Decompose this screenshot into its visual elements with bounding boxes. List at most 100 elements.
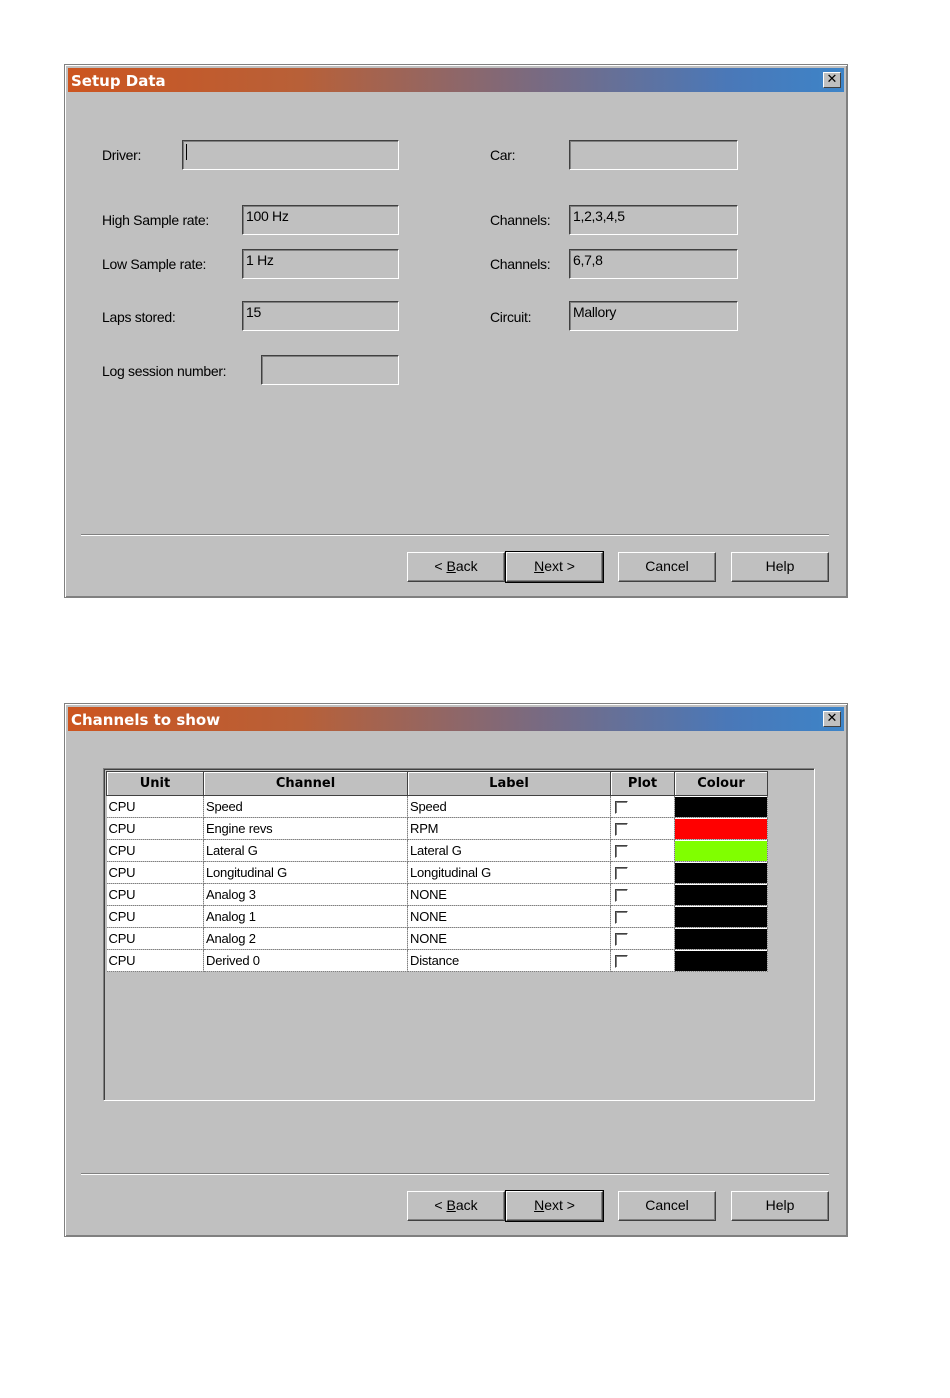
cell-unit[interactable]: CPU: [106, 795, 204, 818]
cell-unit[interactable]: CPU: [106, 817, 204, 840]
cell-colour[interactable]: [674, 883, 768, 906]
plot-checkbox[interactable]: [615, 801, 628, 815]
laps-stored-label: Laps stored:: [102, 309, 176, 325]
cell-channel[interactable]: Analog 2: [203, 927, 408, 950]
dialog-title: Channels to show: [71, 711, 221, 729]
cell-channel[interactable]: Lateral G: [203, 839, 408, 862]
colour-swatch: [675, 884, 767, 905]
cell-colour[interactable]: [674, 927, 768, 950]
channels-grid[interactable]: Unit Channel Label Plot Colour CPU Speed S…: [103, 768, 815, 1101]
back-button[interactable]: < Back: [407, 1191, 505, 1221]
cell-colour[interactable]: [674, 949, 768, 972]
cell-plot: [610, 927, 675, 950]
cell-label[interactable]: Lateral G: [407, 839, 611, 862]
laps-stored-field[interactable]: 15: [242, 301, 399, 331]
high-channels-field[interactable]: 1,2,3,4,5: [569, 205, 738, 235]
cell-channel[interactable]: Analog 1: [203, 905, 408, 928]
table-row[interactable]: CPU Lateral G Lateral G: [106, 839, 768, 862]
low-channels-field[interactable]: 6,7,8: [569, 249, 738, 279]
table-row[interactable]: CPU Longitudinal G Longitudinal G: [106, 861, 768, 884]
column-header-unit[interactable]: Unit: [106, 771, 204, 796]
low-channels-label: Channels:: [490, 256, 551, 272]
colour-swatch: [675, 796, 767, 817]
table-row[interactable]: CPU Speed Speed: [106, 795, 768, 818]
cell-plot: [610, 905, 675, 928]
cell-channel[interactable]: Longitudinal G: [203, 861, 408, 884]
column-header-colour[interactable]: Colour: [674, 771, 768, 796]
cell-unit[interactable]: CPU: [106, 949, 204, 972]
column-header-label[interactable]: Label: [407, 771, 611, 796]
cell-channel[interactable]: Speed: [203, 795, 408, 818]
log-session-number-field[interactable]: [261, 355, 399, 385]
high-channels-label: Channels:: [490, 212, 551, 228]
plot-checkbox[interactable]: [615, 911, 628, 925]
driver-field[interactable]: [182, 140, 399, 170]
column-header-plot[interactable]: Plot: [610, 771, 675, 796]
cell-label[interactable]: NONE: [407, 883, 611, 906]
next-button[interactable]: Next >: [505, 1190, 604, 1222]
plot-checkbox[interactable]: [615, 933, 628, 947]
close-icon: ✕: [826, 711, 838, 726]
cell-colour[interactable]: [674, 795, 768, 818]
close-button[interactable]: ✕: [823, 711, 841, 727]
log-session-number-label: Log session number:: [102, 363, 227, 379]
table-row[interactable]: CPU Analog 1 NONE: [106, 905, 768, 928]
table-row[interactable]: CPU Derived 0 Distance: [106, 949, 768, 972]
plot-checkbox[interactable]: [615, 889, 628, 903]
channels-to-show-dialog: Channels to show ✕ Unit Channel Label Pl…: [64, 703, 848, 1237]
cell-label[interactable]: Distance: [407, 949, 611, 972]
cell-colour[interactable]: [674, 817, 768, 840]
cell-label[interactable]: NONE: [407, 927, 611, 950]
text-caret: [186, 144, 187, 161]
table-body: CPU Speed Speed CPU Engine revs RPM CPU Lateral…: [106, 795, 768, 972]
cell-colour[interactable]: [674, 861, 768, 884]
high-sample-rate-field[interactable]: 100 Hz: [242, 205, 399, 235]
plot-checkbox[interactable]: [615, 955, 628, 969]
table-header-row: Unit Channel Label Plot Colour: [106, 771, 768, 796]
cell-unit[interactable]: CPU: [106, 927, 204, 950]
cell-unit[interactable]: CPU: [106, 905, 204, 928]
colour-swatch: [675, 840, 767, 861]
table-row[interactable]: CPU Engine revs RPM: [106, 817, 768, 840]
cell-colour[interactable]: [674, 905, 768, 928]
low-sample-rate-field[interactable]: 1 Hz: [242, 249, 399, 279]
colour-swatch: [675, 862, 767, 883]
table-row[interactable]: CPU Analog 3 NONE: [106, 883, 768, 906]
plot-checkbox[interactable]: [615, 845, 628, 859]
colour-swatch: [675, 928, 767, 949]
cell-channel[interactable]: Derived 0: [203, 949, 408, 972]
close-button[interactable]: ✕: [823, 72, 841, 88]
help-button[interactable]: Help: [731, 552, 829, 582]
car-field[interactable]: [569, 140, 738, 170]
cell-channel[interactable]: Engine revs: [203, 817, 408, 840]
cell-plot: [610, 795, 675, 818]
cell-channel[interactable]: Analog 3: [203, 883, 408, 906]
cell-colour[interactable]: [674, 839, 768, 862]
cell-unit[interactable]: CPU: [106, 839, 204, 862]
plot-checkbox[interactable]: [615, 823, 628, 837]
colour-swatch: [675, 906, 767, 927]
circuit-label: Circuit:: [490, 309, 532, 325]
circuit-field[interactable]: Mallory: [569, 301, 738, 331]
plot-checkbox[interactable]: [615, 867, 628, 881]
column-header-channel[interactable]: Channel: [203, 771, 408, 796]
title-bar[interactable]: Setup Data ✕: [68, 68, 844, 92]
table-row[interactable]: CPU Analog 2 NONE: [106, 927, 768, 950]
cell-unit[interactable]: CPU: [106, 883, 204, 906]
cell-plot: [610, 861, 675, 884]
cancel-button[interactable]: Cancel: [618, 1191, 716, 1221]
title-bar[interactable]: Channels to show ✕: [68, 707, 844, 731]
next-button[interactable]: Next >: [505, 551, 604, 583]
cell-unit[interactable]: CPU: [106, 861, 204, 884]
cell-label[interactable]: RPM: [407, 817, 611, 840]
car-label: Car:: [490, 147, 516, 163]
help-button[interactable]: Help: [731, 1191, 829, 1221]
setup-data-dialog: Setup Data ✕ Driver: Car: High Sample ra…: [64, 64, 848, 598]
cell-label[interactable]: Speed: [407, 795, 611, 818]
cell-label[interactable]: NONE: [407, 905, 611, 928]
button-separator: [81, 534, 829, 536]
back-button[interactable]: < Back: [407, 552, 505, 582]
cell-label[interactable]: Longitudinal G: [407, 861, 611, 884]
channels-table: Unit Channel Label Plot Colour CPU Speed S…: [106, 771, 768, 972]
cancel-button[interactable]: Cancel: [618, 552, 716, 582]
